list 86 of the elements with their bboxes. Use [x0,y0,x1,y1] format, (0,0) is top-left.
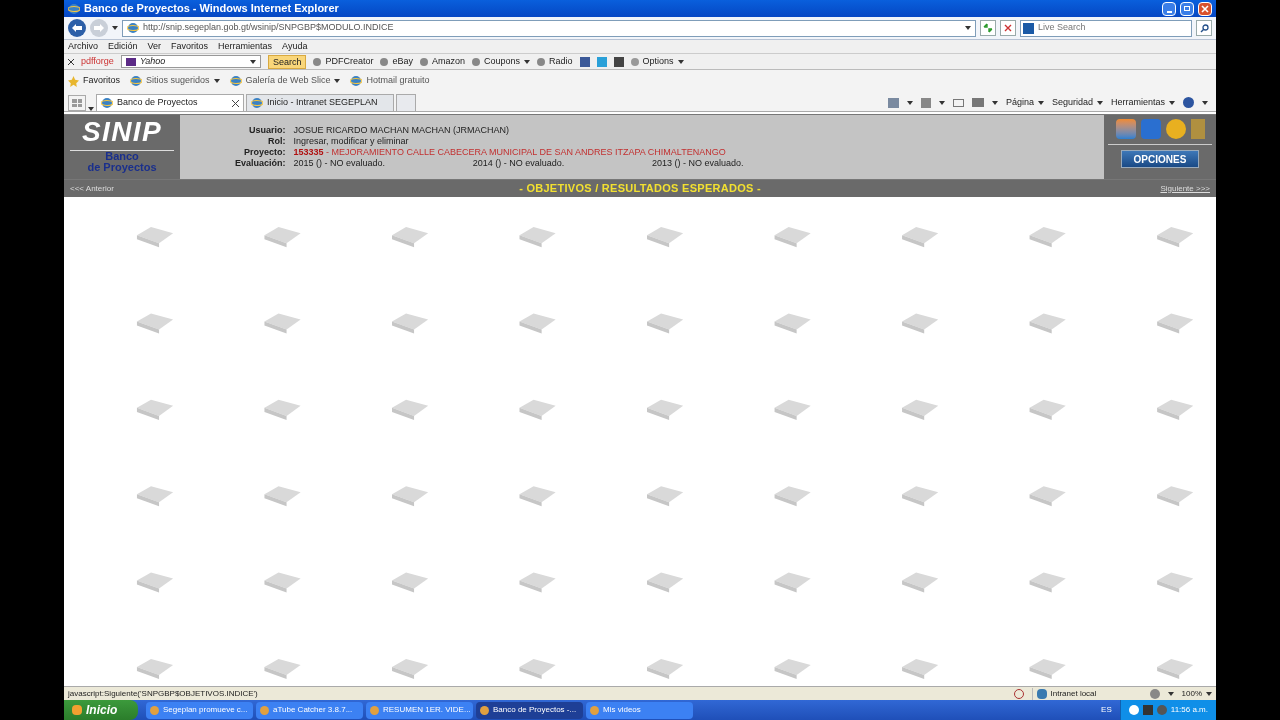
field-label: Evaluación: [235,158,286,169]
back-button[interactable] [68,19,86,37]
logo-subtitle: Banco [105,151,139,162]
clock: 11:56 a.m. [1170,704,1208,716]
favorites-button[interactable]: Favoritos [68,74,120,88]
browser-tab[interactable]: Banco de Proyectos [96,94,244,111]
zoom-button[interactable]: 100% [1181,687,1212,700]
field-label: Proyecto: [243,147,286,158]
options-button[interactable]: OPCIONES [1120,150,1200,168]
caret-icon [249,59,256,64]
toolbar-button[interactable]: Radio [537,54,573,69]
brand-logo: pdfforge [81,54,114,68]
star-icon [68,75,79,87]
evaluation-status: 2015 () - NO evaluado. [293,158,386,169]
field-value: 153335 - MEJORAMIENTO CALLE CABECERA MUNICIPAL DE SAN ANDRES ITZAPA CHIMALTENANGO [293,147,727,158]
arrow-icon [94,24,104,32]
caret-icon [938,100,945,105]
search-box[interactable]: Live Search [1020,19,1192,37]
caret-icon [1206,691,1212,696]
field-label: Usuario: [248,125,286,136]
command-button[interactable]: Herramientas [1110,95,1175,110]
toolbar-button[interactable]: Coupons [471,54,530,69]
evaluation-status: 2013 () - NO evaluado. [651,158,744,169]
browser-tab[interactable]: Inicio - Intranet SEGEPLAN [246,94,394,111]
taskbar-button[interactable]: Segeplan promueve c... [146,701,253,719]
toolbar-button[interactable]: PDFCreator [313,54,374,69]
favorite-link[interactable]: Sitios sugeridos [130,74,220,88]
toolbar-search-field[interactable]: Yahoo [120,55,261,68]
close-button[interactable] [1198,1,1212,16]
section-title: - OBJETIVOS / RESULTADOS ESPERADOS - [518,181,762,197]
logo-subtitle: de Proyectos [87,162,157,173]
minimize-button[interactable] [1162,1,1176,16]
close-icon[interactable] [232,99,239,107]
command-button[interactable]: Página [1005,95,1044,110]
caret-icon [1037,100,1044,105]
arrow-icon [72,24,82,32]
tab-grid-icon[interactable] [68,95,86,111]
menu-item[interactable]: Edición [108,39,138,54]
refresh-button[interactable] [980,20,996,36]
taskbar-button[interactable]: RESUMEN 1ER. VIDE... [366,701,473,719]
search-button[interactable] [1196,20,1212,36]
caret-icon [112,26,118,30]
menu-item[interactable]: Ver [147,39,162,54]
mail-icon[interactable] [952,98,964,107]
menu-item[interactable]: Favoritos [171,39,209,54]
menu-item[interactable]: Ayuda [282,39,308,54]
search-icon [1199,23,1209,33]
toolbar-button[interactable]: Amazon [419,54,465,69]
taskbar-button[interactable]: Mis videos [586,701,693,719]
window-title: Banco de Proyectos - Windows Internet Explorer [84,1,339,17]
caret-icon [1096,100,1103,105]
field-label: Rol: [267,136,286,147]
toolbar-search-button[interactable]: Search [267,54,307,69]
language-indicator[interactable]: ES [1093,704,1120,716]
taskbar-button[interactable]: aTube Catcher 3.8.7... [256,701,363,719]
next-link[interactable]: Siguiente >>> [1090,182,1210,195]
previous-link[interactable]: <<< Anterior [70,182,190,195]
refresh-icon [983,23,993,33]
caret-icon [965,26,971,30]
close-icon [1004,24,1012,32]
caret-icon [677,59,684,64]
logo: SINIP [81,117,163,147]
caret-icon [1202,100,1208,105]
search-field[interactable]: Live Search [1038,21,1189,35]
caret-icon [1167,691,1174,696]
stop-button[interactable] [1000,20,1016,36]
evaluation-status: 2014 () - NO evaluado. [472,158,565,169]
zone-label: Intranet local [1050,687,1097,700]
status-text: javascript:Siguiente('SNPGBP$OBJETIVOS.INDICE') [68,687,259,700]
options-button[interactable]: Options [630,54,684,69]
favorite-link[interactable]: Galería de Web Slice [229,74,341,88]
caret-icon [991,100,998,105]
favorite-link[interactable]: Hotmail gratuito [350,74,430,88]
command-button[interactable]: Seguridad [1051,95,1103,110]
field-value: Ingresar, modificar y eliminar [293,136,410,147]
maximize-button[interactable] [1180,1,1194,16]
close-icon[interactable] [68,58,74,65]
caret-icon [1169,100,1175,105]
toolbar-button[interactable]: eBay [380,54,413,69]
start-button[interactable]: Inicio [64,700,138,720]
address-field[interactable]: http://snip.segeplan.gob.gt/wsinip/SNPGBP$MODULO.INDICE [122,19,976,37]
caret-icon [906,100,913,105]
menu-item[interactable]: Herramientas [218,39,273,54]
field-value: JOSUE RICARDO MACHAN MACHAN (JRMACHAN) [293,125,511,136]
taskbar-button[interactable]: Banco de Proyectos -... [476,701,583,719]
menu-item[interactable]: Archivo [68,39,98,54]
